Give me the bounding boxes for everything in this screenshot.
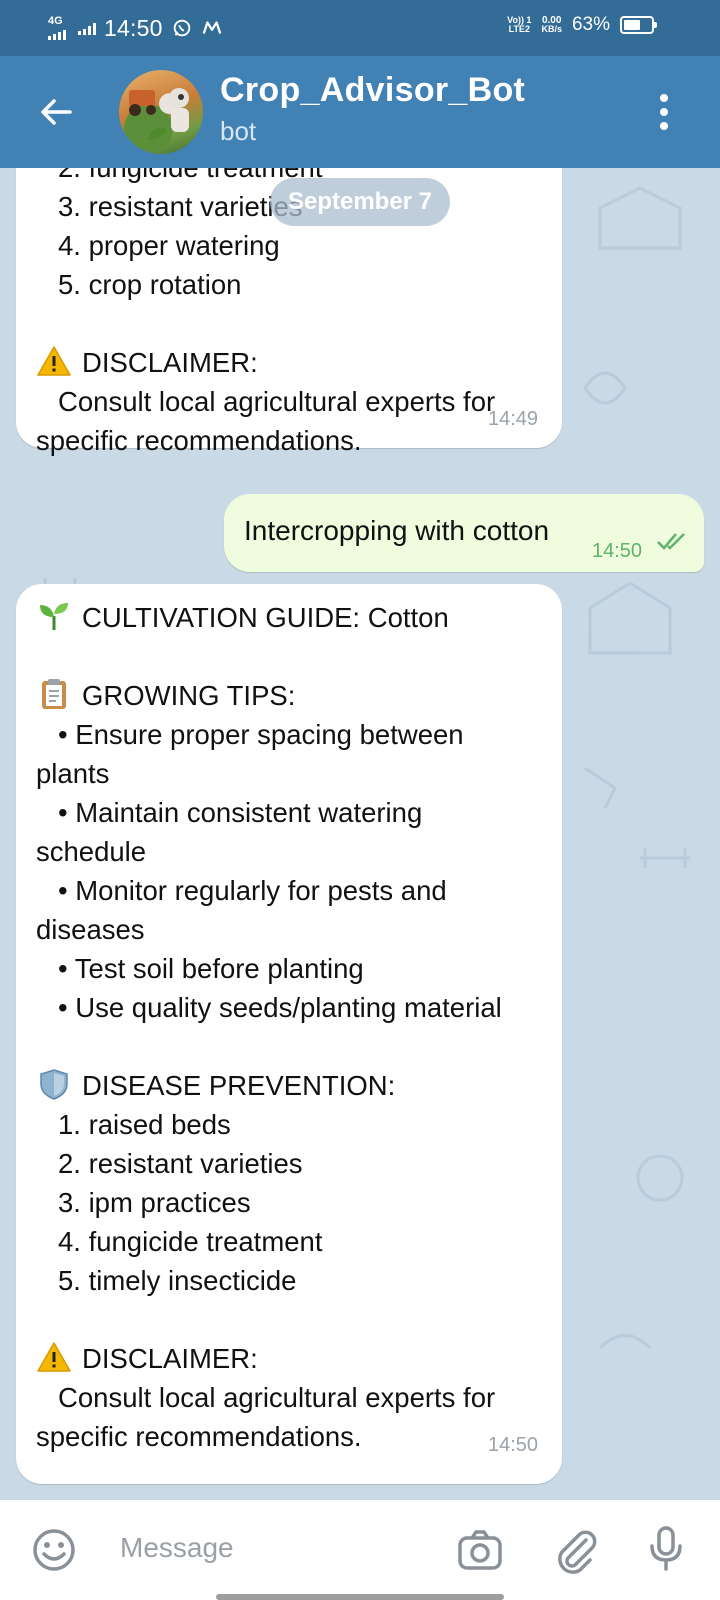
- emoji-icon[interactable]: [30, 1526, 78, 1574]
- robot-farmer-image: [129, 88, 189, 140]
- message-line: Consult local agricultural experts for: [58, 1382, 496, 1413]
- message-line: 5. crop rotation: [58, 269, 242, 300]
- chat-subtitle: bot: [220, 116, 257, 146]
- prevention-line: 4. fungicide treatment: [58, 1226, 323, 1257]
- network-indicator: 4G: [48, 16, 66, 40]
- tip-line: plants: [36, 758, 110, 789]
- disclaimer-heading: DISCLAIMER:: [36, 1339, 542, 1378]
- message-time: 14:50: [488, 1434, 539, 1456]
- prevention-line: 3. ipm practices: [58, 1187, 251, 1218]
- message-time: 14:50: [592, 540, 643, 562]
- user-message[interactable]: Intercropping with cotton 14:50: [224, 494, 704, 572]
- warning-icon: [37, 1342, 71, 1372]
- chat-title[interactable]: Crop_Advisor_Bot: [220, 71, 525, 110]
- date-pill: September 7: [270, 178, 450, 226]
- double-check-icon: [657, 533, 685, 550]
- camera-icon[interactable]: [456, 1526, 504, 1574]
- bot-message-2[interactable]: CULTIVATION GUIDE: Cotton GROWING TIPS: …: [16, 584, 562, 1484]
- shield-icon: [40, 1069, 68, 1100]
- tip-line: • Maintain consistent watering: [58, 797, 423, 828]
- avatar[interactable]: [119, 70, 203, 154]
- status-left: 4G 14:50: [48, 12, 223, 44]
- battery-icon: [620, 16, 657, 34]
- guide-heading: CULTIVATION GUIDE: Cotton: [36, 598, 542, 637]
- tip-line: diseases: [36, 914, 145, 945]
- tips-title: GROWING TIPS:: [82, 680, 296, 711]
- message-input[interactable]: Message: [120, 1532, 234, 1564]
- arrow-left-icon[interactable]: [36, 92, 76, 132]
- message-line: specific recommendations.: [36, 1421, 362, 1452]
- microphone-icon[interactable]: [642, 1524, 690, 1572]
- message-line: Consult local agricultural experts for: [58, 386, 496, 417]
- disclaimer-title: DISCLAIMER:: [82, 347, 258, 378]
- network-speed: 0.00 KB/s: [541, 16, 562, 34]
- speed-unit: KB/s: [541, 24, 562, 34]
- battery-percent: 63%: [571, 14, 610, 35]
- clock: 14:50: [104, 14, 163, 41]
- message-line: 4. proper watering: [58, 230, 280, 261]
- home-indicator[interactable]: [216, 1594, 504, 1600]
- guide-title: CULTIVATION GUIDE: Cotton: [82, 602, 449, 633]
- battery-fill: [624, 20, 641, 30]
- whatsapp-icon: [173, 19, 190, 37]
- more-vertical-icon[interactable]: [658, 92, 670, 132]
- volte-indicator: Vo)) 1 LTE2: [507, 16, 531, 34]
- chat-area[interactable]: 2. fungicide treatment 3. resistant vari…: [0, 168, 720, 1500]
- message-text: Intercropping with cotton: [244, 515, 550, 546]
- tips-heading: GROWING TIPS:: [36, 676, 542, 715]
- lte-label: LTE2: [508, 24, 530, 34]
- disclaimer-title: DISCLAIMER:: [82, 1343, 258, 1374]
- tip-line: • Ensure proper spacing between: [58, 719, 464, 750]
- attach-icon[interactable]: [552, 1526, 600, 1574]
- tip-line: • Monitor regularly for pests and: [58, 875, 447, 906]
- tip-line: • Use quality seeds/planting material: [58, 992, 502, 1023]
- seedling-icon: [40, 603, 68, 630]
- disclaimer-heading: DISCLAIMER:: [36, 343, 542, 382]
- prevention-title: DISEASE PREVENTION:: [82, 1070, 396, 1101]
- prevention-line: 5. timely insecticide: [58, 1265, 297, 1296]
- status-bar: 4G 14:50 Vo)) 1 LTE2 0.00 KB/s 63%: [0, 0, 720, 56]
- tip-line: schedule: [36, 836, 147, 867]
- prevention-line: 2. resistant varieties: [58, 1148, 303, 1179]
- warning-icon: [37, 346, 71, 376]
- clipboard-icon: [42, 679, 66, 709]
- message-time: 14:49: [488, 408, 539, 430]
- prevention-heading: DISEASE PREVENTION:: [36, 1066, 542, 1105]
- prevention-line: 1. raised beds: [58, 1109, 231, 1140]
- signal-bars-icon: [48, 26, 66, 40]
- message-line: specific recommendations.: [36, 425, 362, 456]
- status-right: Vo)) 1 LTE2 0.00 KB/s 63%: [507, 14, 657, 36]
- gmail-icon: [202, 21, 221, 34]
- tip-line: • Test soil before planting: [58, 953, 364, 984]
- message-input-bar: Message: [0, 1500, 720, 1600]
- chat-header: Crop_Advisor_Bot bot: [0, 56, 720, 168]
- signal-bars-icon-2: [78, 21, 96, 35]
- network-type: 4G: [48, 15, 63, 27]
